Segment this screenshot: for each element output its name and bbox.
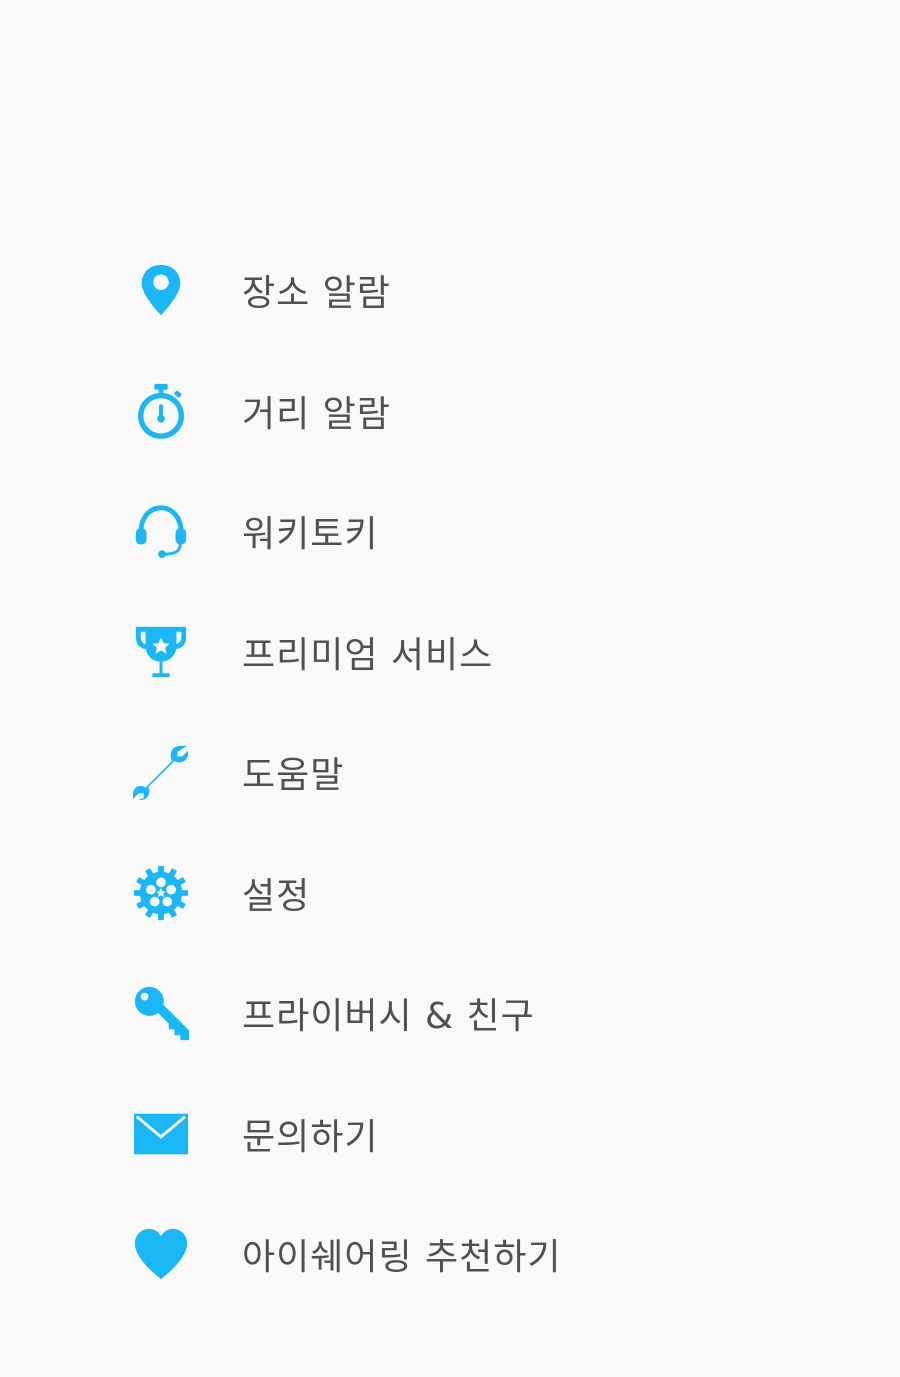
menu-item-label: 장소 알람 <box>242 273 391 315</box>
menu-item-label: 설정 <box>242 875 311 917</box>
gear-icon <box>130 862 192 924</box>
location-pin-icon <box>130 259 192 321</box>
menu-item-label: 프라이버시 & 친구 <box>242 996 535 1038</box>
stopwatch-icon <box>130 380 192 442</box>
menu-item-premium-service[interactable]: 프리미엄 서비스 <box>0 592 900 713</box>
wrench-icon <box>130 741 192 803</box>
menu-item-place-alarm[interactable]: 장소 알람 <box>0 230 900 351</box>
menu-item-label: 도움말 <box>242 755 345 797</box>
menu-item-walkie-talkie[interactable]: 워키토키 <box>0 471 900 592</box>
headset-icon <box>130 500 192 562</box>
key-icon <box>130 982 192 1044</box>
side-menu: 장소 알람 거리 알람 워키토키 프리미엄 서비스 도움말 설정 프라이버시 &… <box>0 230 900 1315</box>
trophy-icon <box>130 621 192 683</box>
envelope-icon <box>130 1103 192 1165</box>
menu-item-label: 워키토키 <box>242 514 379 556</box>
menu-item-help[interactable]: 도움말 <box>0 712 900 833</box>
menu-item-label: 거리 알람 <box>242 393 391 435</box>
menu-item-distance-alarm[interactable]: 거리 알람 <box>0 351 900 472</box>
menu-item-label: 아이쉐어링 추천하기 <box>242 1237 562 1279</box>
menu-item-contact[interactable]: 문의하기 <box>0 1074 900 1195</box>
menu-item-label: 문의하기 <box>242 1116 379 1158</box>
menu-item-recommend[interactable]: 아이쉐어링 추천하기 <box>0 1194 900 1315</box>
heart-icon <box>130 1223 192 1285</box>
menu-item-settings[interactable]: 설정 <box>0 833 900 954</box>
menu-item-privacy-friends[interactable]: 프라이버시 & 친구 <box>0 953 900 1074</box>
menu-item-label: 프리미엄 서비스 <box>242 634 494 676</box>
